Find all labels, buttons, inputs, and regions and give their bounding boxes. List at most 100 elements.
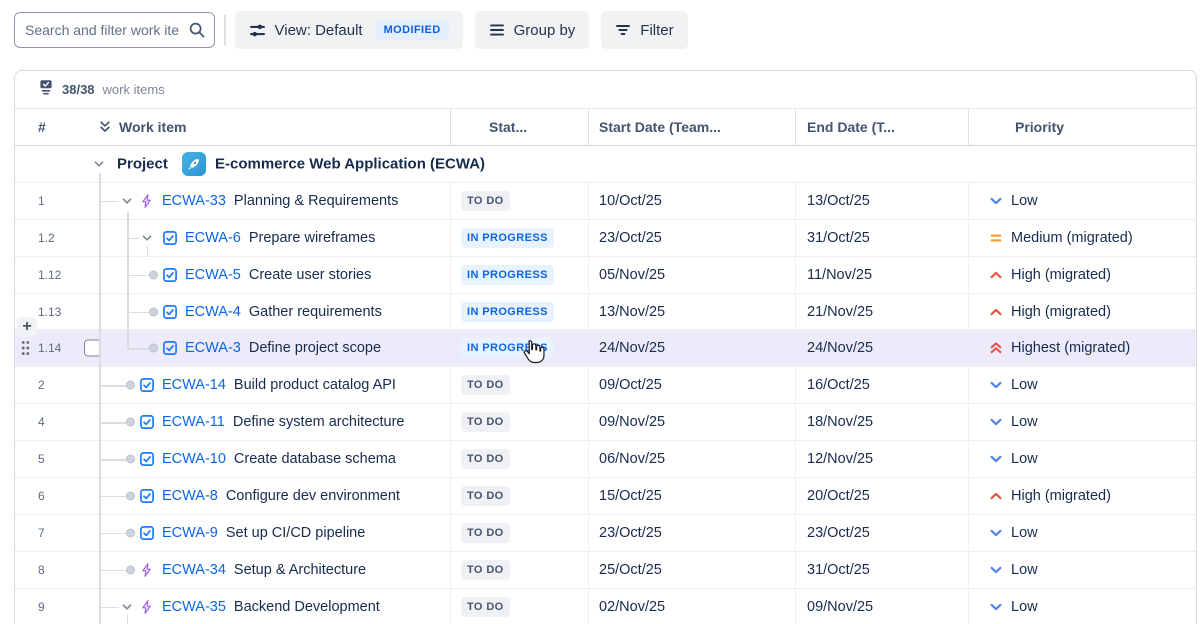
end-date-cell[interactable]: 23/Oct/25 (795, 515, 968, 551)
end-date-cell[interactable]: 18/Nov/25 (795, 404, 968, 440)
status-badge[interactable]: IN PROGRESS (461, 338, 554, 358)
priority-cell[interactable]: High (migrated) (968, 478, 1196, 514)
start-date-cell[interactable]: 24/Nov/25 (588, 330, 795, 366)
priority-cell[interactable]: Low (968, 552, 1196, 588)
status-badge[interactable]: IN PROGRESS (461, 265, 554, 285)
work-item-cell[interactable]: 2ECWA-14Build product catalog API (15, 367, 450, 403)
column-header-start-date[interactable]: Start Date (Team... (588, 109, 795, 145)
work-item-cell[interactable]: 1ECWA-33Planning & Requirements (15, 183, 450, 219)
column-header-priority[interactable]: Priority (968, 109, 1196, 145)
end-date-cell[interactable]: 12/Nov/25 (795, 441, 968, 477)
project-expand-chevron-icon[interactable] (91, 156, 107, 172)
status-badge[interactable]: TO DO (461, 375, 510, 395)
work-item-row[interactable]: 1.12ECWA-5Create user stories IN PROGRESS… (15, 257, 1196, 294)
end-date-cell[interactable]: 16/Oct/25 (795, 367, 968, 403)
status-cell[interactable]: TO DO (450, 367, 588, 403)
work-item-key[interactable]: ECWA-4 (185, 304, 241, 320)
work-item-row[interactable]: 2ECWA-14Build product catalog API TO DO 09… (15, 367, 1196, 404)
work-item-row[interactable]: 1ECWA-33Planning & Requirements TO DO 10/O… (15, 183, 1196, 220)
status-cell[interactable]: IN PROGRESS (450, 257, 588, 293)
drag-handle[interactable] (20, 339, 31, 357)
work-item-row[interactable]: 8ECWA-34Setup & Architecture TO DO 25/Oct/… (15, 552, 1196, 589)
search-input[interactable] (14, 12, 215, 48)
column-header-status[interactable]: Stat... (450, 109, 588, 145)
start-date-cell[interactable]: 09/Nov/25 (588, 404, 795, 440)
work-item-key[interactable]: ECWA-35 (162, 599, 226, 615)
work-item-row[interactable]: 6ECWA-8Configure dev environment TO DO 15/… (15, 478, 1196, 515)
work-item-key[interactable]: ECWA-9 (162, 525, 218, 541)
work-item-cell[interactable]: 1.14ECWA-3Define project scope (15, 330, 450, 366)
start-date-cell[interactable]: 02/Nov/25 (588, 589, 795, 624)
status-badge[interactable]: TO DO (461, 449, 510, 469)
work-item-cell[interactable]: 6ECWA-8Configure dev environment (15, 478, 450, 514)
work-item-key[interactable]: ECWA-5 (185, 267, 241, 283)
work-item-row[interactable]: 1.2ECWA-6Prepare wireframes IN PROGRESS 23… (15, 220, 1196, 257)
expand-chevron-icon[interactable] (119, 193, 135, 209)
priority-cell[interactable]: High (migrated) (968, 294, 1196, 330)
work-item-key[interactable]: ECWA-3 (185, 340, 241, 356)
priority-cell[interactable]: Low (968, 404, 1196, 440)
work-item-key[interactable]: ECWA-8 (162, 488, 218, 504)
collapse-all-icon[interactable] (98, 120, 112, 134)
start-date-cell[interactable]: 13/Nov/25 (588, 294, 795, 330)
work-item-key[interactable]: ECWA-34 (162, 562, 226, 578)
column-header-end-date[interactable]: End Date (T... (795, 109, 968, 145)
work-item-cell[interactable]: 1.12ECWA-5Create user stories (15, 257, 450, 293)
work-item-key[interactable]: ECWA-14 (162, 377, 226, 393)
priority-cell[interactable]: Low (968, 183, 1196, 219)
work-item-row[interactable]: 9ECWA-35Backend DevelopmentTO DO02/Nov/2… (15, 589, 1196, 624)
work-item-key[interactable]: ECWA-6 (185, 230, 241, 246)
status-cell[interactable]: TO DO (450, 404, 588, 440)
end-date-cell[interactable]: 09/Nov/25 (795, 589, 968, 624)
status-badge[interactable]: TO DO (461, 191, 510, 211)
start-date-cell[interactable]: 05/Nov/25 (588, 257, 795, 293)
priority-cell[interactable]: Low (968, 367, 1196, 403)
column-header-work-item[interactable]: # Work item (15, 109, 450, 145)
row-checkbox[interactable] (84, 340, 101, 357)
end-date-cell[interactable]: 31/Oct/25 (795, 552, 968, 588)
start-date-cell[interactable]: 15/Oct/25 (588, 478, 795, 514)
status-cell[interactable]: TO DO (450, 589, 588, 624)
work-item-cell[interactable]: 7ECWA-9Set up CI/CD pipeline (15, 515, 450, 551)
priority-cell[interactable]: Low (968, 515, 1196, 551)
start-date-cell[interactable]: 25/Oct/25 (588, 552, 795, 588)
status-badge[interactable]: TO DO (461, 486, 510, 506)
expand-chevron-icon[interactable] (139, 230, 155, 246)
view-settings-button[interactable]: View: Default MODIFIED (235, 11, 463, 49)
status-badge[interactable]: TO DO (461, 412, 510, 432)
status-badge[interactable]: TO DO (461, 597, 510, 617)
end-date-cell[interactable]: 24/Nov/25 (795, 330, 968, 366)
group-by-button[interactable]: Group by (475, 11, 590, 49)
work-item-row[interactable]: 4ECWA-11Define system architecture TO DO 0… (15, 404, 1196, 441)
status-cell[interactable]: TO DO (450, 478, 588, 514)
status-badge[interactable]: IN PROGRESS (461, 228, 554, 248)
work-item-cell[interactable]: 1.2ECWA-6Prepare wireframes (15, 220, 450, 256)
work-item-cell[interactable]: 8ECWA-34Setup & Architecture (15, 552, 450, 588)
priority-cell[interactable]: Low (968, 589, 1196, 624)
filter-button[interactable]: Filter (601, 11, 687, 49)
start-date-cell[interactable]: 09/Oct/25 (588, 367, 795, 403)
start-date-cell[interactable]: 10/Oct/25 (588, 183, 795, 219)
status-cell[interactable]: IN PROGRESS (450, 294, 588, 330)
expand-chevron-icon[interactable] (119, 599, 135, 615)
work-item-cell[interactable]: 4ECWA-11Define system architecture (15, 404, 450, 440)
work-item-row[interactable]: 7ECWA-9Set up CI/CD pipeline TO DO 23/Oct/… (15, 515, 1196, 552)
status-cell[interactable]: TO DO (450, 515, 588, 551)
start-date-cell[interactable]: 23/Oct/25 (588, 220, 795, 256)
work-item-key[interactable]: ECWA-11 (162, 414, 225, 430)
end-date-cell[interactable]: 13/Oct/25 (795, 183, 968, 219)
status-badge[interactable]: IN PROGRESS (461, 302, 554, 322)
status-cell[interactable]: IN PROGRESS (450, 330, 588, 366)
priority-cell[interactable]: Highest (migrated) (968, 330, 1196, 366)
work-item-cell[interactable]: 5ECWA-10Create database schema (15, 441, 450, 477)
status-badge[interactable]: TO DO (461, 560, 510, 580)
end-date-cell[interactable]: 11/Nov/25 (795, 257, 968, 293)
work-item-row[interactable]: 5ECWA-10Create database schema TO DO 06/No… (15, 441, 1196, 478)
priority-cell[interactable]: Medium (migrated) (968, 220, 1196, 256)
work-item-key[interactable]: ECWA-10 (162, 451, 226, 467)
priority-cell[interactable]: Low (968, 441, 1196, 477)
status-badge[interactable]: TO DO (461, 523, 510, 543)
end-date-cell[interactable]: 20/Oct/25 (795, 478, 968, 514)
start-date-cell[interactable]: 06/Nov/25 (588, 441, 795, 477)
work-item-cell[interactable]: 1.13ECWA-4Gather requirements (15, 294, 450, 330)
